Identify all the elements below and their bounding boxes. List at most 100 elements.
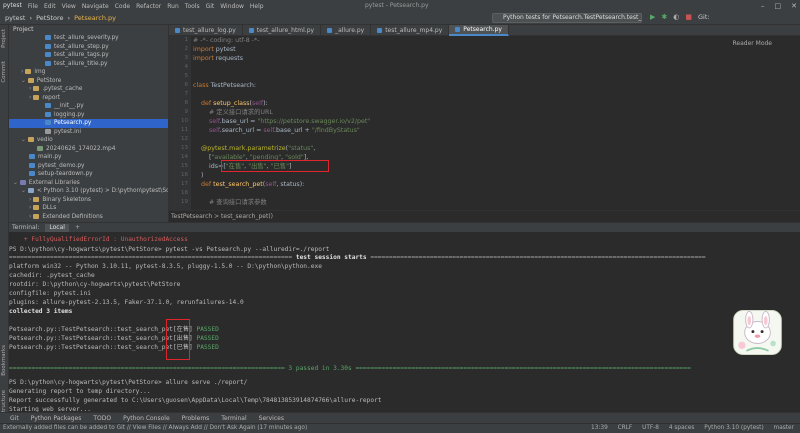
terminal-line: configfile: pytest.ini bbox=[9, 290, 91, 297]
tree-item[interactable]: › report bbox=[9, 94, 168, 103]
cartoon-sticker-image bbox=[733, 310, 782, 355]
tree-item[interactable]: 20240626_174022.mp4 bbox=[9, 145, 168, 154]
line-number: 13 bbox=[181, 145, 188, 151]
file-encoding[interactable]: UTF-8 bbox=[642, 425, 659, 431]
breadcrumb-file[interactable]: Petsearch.py bbox=[74, 14, 116, 22]
maximize-icon[interactable]: □ bbox=[775, 2, 782, 10]
tree-item[interactable]: test_allure_title.py bbox=[9, 60, 168, 69]
terminal-tab-local[interactable]: Local bbox=[45, 223, 69, 232]
tree-item[interactable]: test_allure_severity.py bbox=[9, 34, 168, 43]
tree-item[interactable]: ⌄ PetStore bbox=[9, 77, 168, 86]
reader-mode-toggle[interactable]: Reader Mode bbox=[733, 40, 773, 47]
breadcrumb-folder[interactable]: PetStore bbox=[36, 14, 63, 22]
tree-item[interactable]: pytest.ini bbox=[9, 128, 168, 137]
git-branch[interactable]: master bbox=[774, 425, 794, 431]
editor-tab[interactable]: test_allure_html.py bbox=[243, 25, 322, 36]
tool-window-python-packages[interactable]: Python Packages bbox=[31, 415, 82, 422]
menu-item-edit[interactable]: Edit bbox=[44, 3, 56, 10]
editor-tab[interactable]: _allure.py bbox=[321, 25, 372, 36]
minimize-icon[interactable]: – bbox=[761, 2, 765, 10]
tree-item[interactable]: › Extended Definitions bbox=[9, 213, 168, 222]
coverage-icon[interactable]: ◐ bbox=[673, 13, 679, 21]
project-panel-title[interactable]: Project bbox=[13, 26, 34, 33]
bookmarks-tool-button[interactable]: Bookmarks bbox=[1, 345, 7, 376]
run-toolbar: ▶ ✱ ◐ ■ bbox=[650, 13, 692, 21]
line-separator[interactable]: CRLF bbox=[618, 425, 633, 431]
tree-item[interactable]: Petsearch.py bbox=[9, 119, 168, 128]
project-tool-button[interactable]: Project bbox=[1, 29, 7, 48]
tool-window-terminal[interactable]: Terminal bbox=[221, 415, 246, 422]
tree-item[interactable]: pytest_demo.py bbox=[9, 162, 168, 171]
python-file-icon bbox=[327, 28, 333, 33]
tree-item[interactable]: main.py bbox=[9, 153, 168, 162]
tree-item[interactable]: › .pytest_cache bbox=[9, 85, 168, 94]
tree-item[interactable]: setup-teardown.py bbox=[9, 170, 168, 179]
terminal-output[interactable]: + FullyQualifiedErrorId : UnauthorizedAc… bbox=[9, 232, 800, 412]
expand-arrow-icon[interactable]: › bbox=[29, 214, 31, 220]
editor-tab[interactable]: test_allure_mp4.py bbox=[371, 25, 450, 36]
tree-item-label: main.py bbox=[38, 154, 62, 160]
stop-icon[interactable]: ■ bbox=[685, 13, 692, 21]
menu-item-refactor[interactable]: Refactor bbox=[136, 3, 161, 10]
debug-icon[interactable]: ✱ bbox=[661, 13, 667, 21]
status-message[interactable]: Externally added files can be added to G… bbox=[3, 425, 307, 431]
menu-item-run[interactable]: Run bbox=[167, 3, 179, 10]
folder-file-icon bbox=[33, 196, 40, 202]
code-editor[interactable]: 1 2 3 4 5 6 7 8 9 10 11 12 13 14 15 16 17 18 19 Reader Mod… bbox=[169, 36, 800, 210]
tree-item[interactable]: __init__.py bbox=[9, 102, 168, 111]
expand-arrow-icon[interactable]: › bbox=[29, 205, 31, 211]
py-file-icon bbox=[29, 154, 35, 159]
expand-arrow-icon[interactable]: ⌄ bbox=[21, 78, 26, 84]
project-panel: Project test_allure_severity.py test_allu… bbox=[9, 25, 169, 222]
tree-item-label: __init__.py bbox=[54, 103, 84, 109]
tree-item-label: pytest_demo.py bbox=[38, 162, 85, 169]
menu-item-navigate[interactable]: Navigate bbox=[82, 3, 109, 10]
line-number: 12 bbox=[181, 136, 188, 142]
tree-item[interactable]: test_allure_step.py bbox=[9, 43, 168, 52]
commit-tool-button[interactable]: Commit bbox=[1, 61, 7, 83]
add-terminal-icon[interactable]: + bbox=[75, 224, 80, 231]
expand-arrow-icon[interactable]: › bbox=[21, 69, 23, 75]
menu-item-file[interactable]: File bbox=[28, 3, 38, 10]
tool-window-problems[interactable]: Problems bbox=[182, 415, 210, 422]
line-number: 18 bbox=[181, 190, 188, 196]
tool-window-todo[interactable]: TODO bbox=[93, 415, 111, 422]
status-widgets: 13:39 CRLF UTF-8 4 spaces Python 3.10 (p… bbox=[583, 424, 794, 433]
run-configuration-select[interactable]: Python tests for Petsearch.TestPetsearch… bbox=[492, 13, 642, 23]
editor-tab[interactable]: test_allure_log.py bbox=[169, 25, 243, 36]
tree-item[interactable]: › DLLs bbox=[9, 204, 168, 213]
indent-setting[interactable]: 4 spaces bbox=[669, 425, 695, 431]
expand-arrow-icon[interactable]: › bbox=[29, 86, 31, 92]
tree-item[interactable]: ⌄ < Python 3.10 (pytest) > D:\python\pyte… bbox=[9, 187, 168, 196]
tree-item[interactable]: logging.py bbox=[9, 111, 168, 120]
tree-item-label: 20240626_174022.mp4 bbox=[46, 145, 116, 152]
tree-item[interactable]: ⌄ vedio bbox=[9, 136, 168, 145]
menu-item-help[interactable]: Help bbox=[250, 3, 264, 10]
menu-item-window[interactable]: Window bbox=[220, 3, 244, 10]
tree-item[interactable]: test_allure_tags.py bbox=[9, 51, 168, 60]
editor-tab[interactable]: Petsearch.py bbox=[449, 25, 509, 36]
run-icon[interactable]: ▶ bbox=[650, 13, 655, 21]
interpreter-selector[interactable]: Python 3.10 (pytest) bbox=[704, 425, 763, 431]
caret-position[interactable]: 13:39 bbox=[591, 425, 608, 431]
menu-item-tools[interactable]: Tools bbox=[185, 3, 200, 10]
line-number: 5 bbox=[184, 73, 189, 79]
tree-item[interactable]: ⌄ External Libraries bbox=[9, 179, 168, 188]
expand-arrow-icon[interactable]: ⌄ bbox=[13, 180, 18, 186]
menu-item-view[interactable]: View bbox=[62, 3, 76, 10]
breadcrumb-project[interactable]: pytest bbox=[5, 14, 25, 22]
expand-arrow-icon[interactable]: › bbox=[29, 95, 31, 101]
close-icon[interactable]: ✕ bbox=[791, 2, 797, 10]
menu-item-git[interactable]: Git bbox=[206, 3, 215, 10]
expand-arrow-icon[interactable]: ⌄ bbox=[21, 137, 26, 143]
expand-arrow-icon[interactable]: ⌄ bbox=[21, 188, 26, 194]
tool-window-git[interactable]: Git bbox=[10, 415, 19, 422]
tree-item-label: PetStore bbox=[36, 77, 62, 84]
editor-breadcrumb[interactable]: TestPetsearch > test_search_pet() bbox=[169, 210, 800, 222]
tree-item[interactable]: › Binary Skeletons bbox=[9, 196, 168, 205]
tool-window-services[interactable]: Services bbox=[259, 415, 284, 422]
tool-window-python-console[interactable]: Python Console bbox=[123, 415, 170, 422]
expand-arrow-icon[interactable]: › bbox=[29, 197, 31, 203]
tree-item[interactable]: › img bbox=[9, 68, 168, 77]
menu-item-code[interactable]: Code bbox=[115, 3, 130, 10]
